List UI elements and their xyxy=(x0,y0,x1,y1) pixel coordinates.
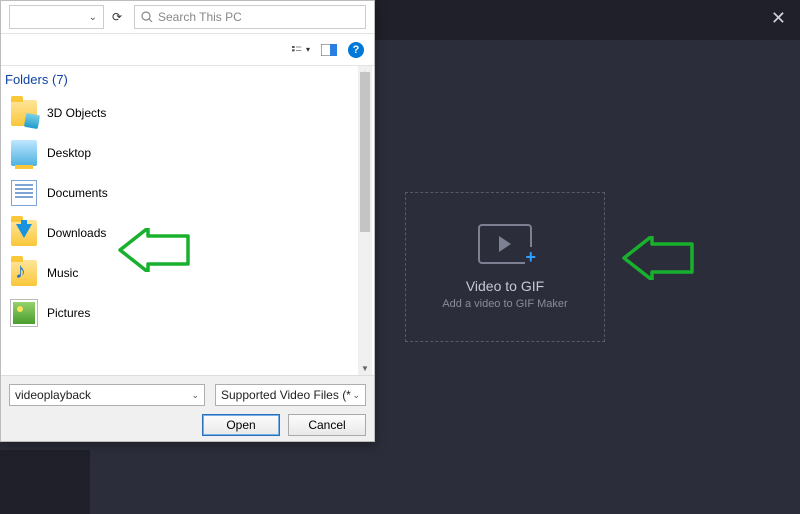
folder-3d-objects[interactable]: 3D Objects xyxy=(1,93,374,133)
close-icon[interactable]: ✕ xyxy=(771,8,786,29)
search-input[interactable]: Search This PC xyxy=(134,5,366,29)
folder-icon xyxy=(11,100,37,126)
filetype-filter[interactable]: Supported Video Files (*.ts;*.mt ⌄ xyxy=(215,384,366,406)
folder-documents[interactable]: Documents xyxy=(1,173,374,213)
folder-list: 3D Objects Desktop Documents Downloads M… xyxy=(1,93,374,333)
filter-value: Supported Video Files (*.ts;*.mt xyxy=(221,388,352,402)
chevron-down-icon[interactable]: ⌄ xyxy=(352,390,360,401)
video-icon: + xyxy=(478,224,532,264)
chevron-down-icon[interactable]: ⌄ xyxy=(191,390,199,401)
music-icon xyxy=(11,260,37,286)
help-icon[interactable]: ? xyxy=(348,42,364,58)
video-dropzone[interactable]: + Video to GIF Add a video to GIF Maker xyxy=(405,192,605,342)
app-sidebar xyxy=(0,450,90,514)
folder-label: Desktop xyxy=(47,146,91,160)
pictures-icon xyxy=(11,300,37,326)
downloads-icon xyxy=(11,220,37,246)
chevron-down-icon[interactable]: ⌄ xyxy=(89,12,97,23)
preview-pane-icon[interactable] xyxy=(320,41,338,59)
desktop-icon xyxy=(11,140,37,166)
scroll-down-icon[interactable]: ▼ xyxy=(358,361,372,375)
folder-music[interactable]: Music xyxy=(1,253,374,293)
dialog-body: Folders (7) 3D Objects Desktop Documents… xyxy=(1,66,374,375)
folder-desktop[interactable]: Desktop xyxy=(1,133,374,173)
address-bar: ⌄ ⟳ Search This PC xyxy=(1,1,374,34)
scrollbar-thumb[interactable] xyxy=(360,72,370,232)
folder-label: Pictures xyxy=(47,306,90,320)
documents-icon xyxy=(11,180,37,206)
dialog-footer: videoplayback ⌄ Supported Video Files (*… xyxy=(1,375,374,441)
folders-section-title: Folders (7) xyxy=(1,66,374,93)
folder-label: Downloads xyxy=(47,226,106,240)
refresh-icon[interactable]: ⟳ xyxy=(104,10,130,24)
plus-icon: + xyxy=(525,247,536,268)
open-button[interactable]: Open xyxy=(202,414,280,436)
folder-label: Music xyxy=(47,266,78,280)
address-path[interactable]: ⌄ xyxy=(9,5,104,29)
search-icon xyxy=(141,11,153,23)
view-options-icon[interactable]: ▾ xyxy=(292,41,310,59)
dropzone-title: Video to GIF xyxy=(466,278,544,294)
folder-downloads[interactable]: Downloads xyxy=(1,213,374,253)
cancel-button[interactable]: Cancel xyxy=(288,414,366,436)
filename-input[interactable]: videoplayback ⌄ xyxy=(9,384,205,406)
folder-pictures[interactable]: Pictures xyxy=(1,293,374,333)
file-open-dialog: ⌄ ⟳ Search This PC ▾ ? Folders (7) 3D Ob… xyxy=(0,0,375,442)
dropzone-subtitle: Add a video to GIF Maker xyxy=(442,298,567,310)
dialog-toolbar: ▾ ? xyxy=(1,34,374,66)
folder-label: 3D Objects xyxy=(47,106,106,120)
folder-label: Documents xyxy=(47,186,108,200)
search-placeholder: Search This PC xyxy=(158,10,242,24)
scrollbar[interactable]: ▲ ▼ xyxy=(358,66,372,375)
filename-value: videoplayback xyxy=(15,388,91,402)
